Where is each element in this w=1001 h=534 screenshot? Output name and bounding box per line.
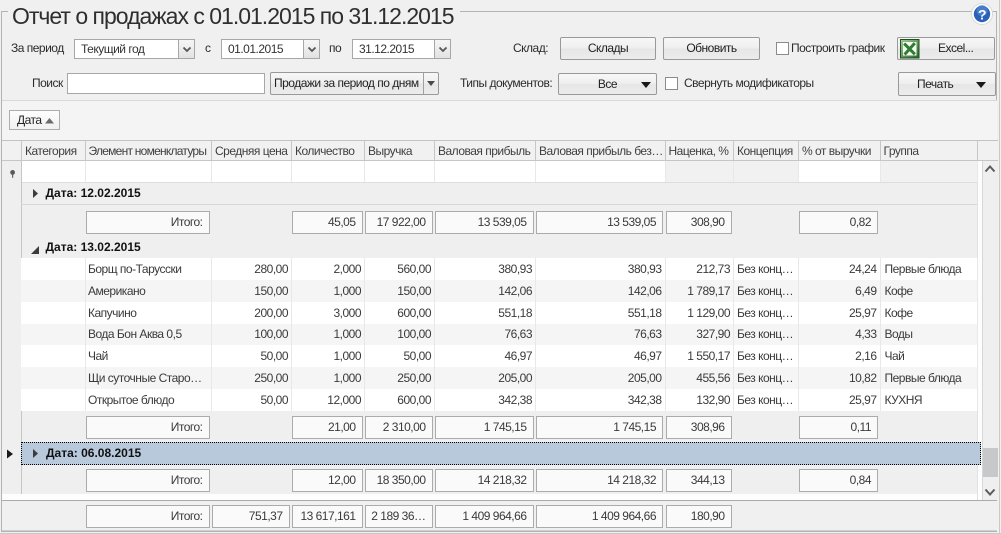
svg-text:?: ? <box>978 7 986 23</box>
